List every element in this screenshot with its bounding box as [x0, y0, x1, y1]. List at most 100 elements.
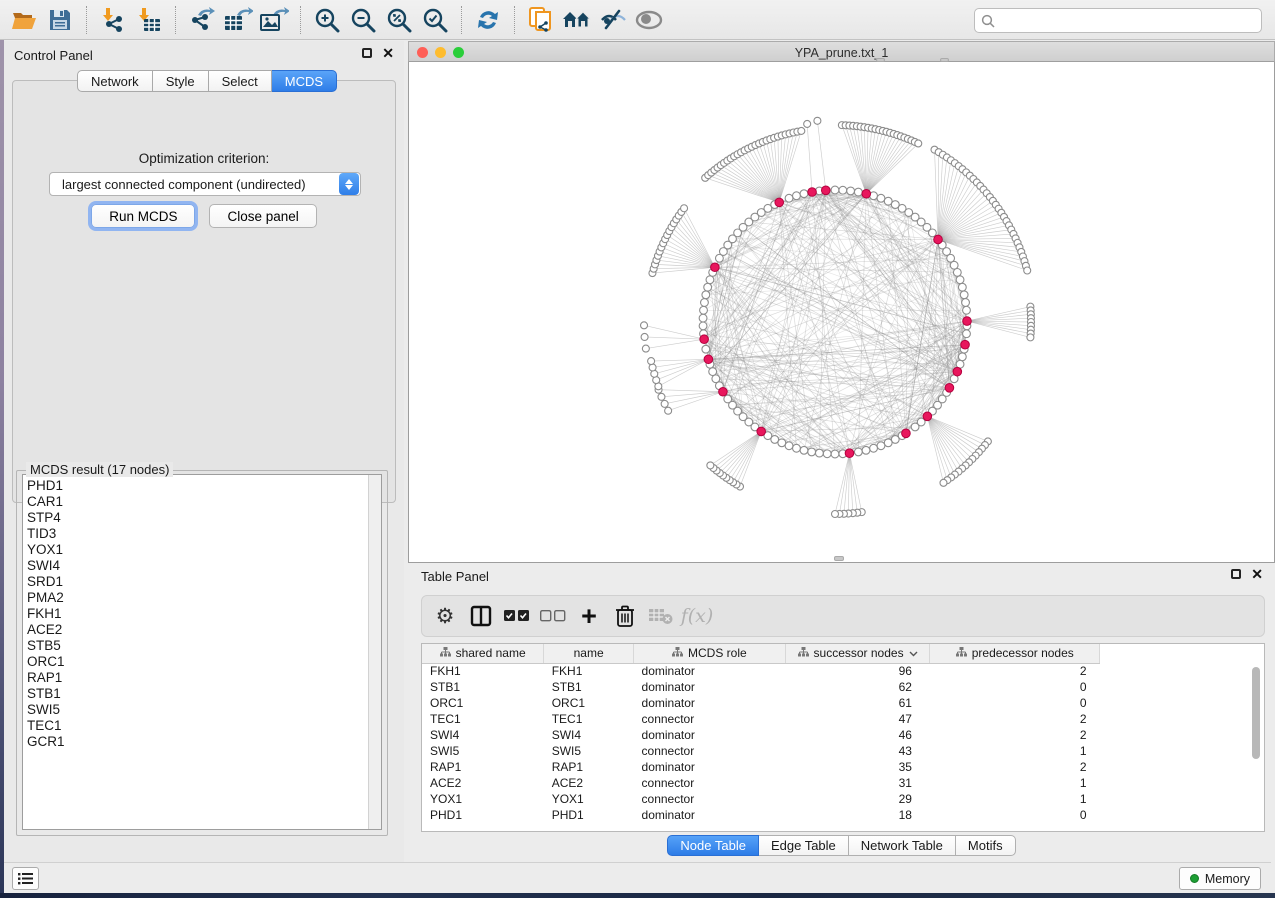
- scrollbar-thumb[interactable]: [1252, 667, 1260, 759]
- mcds-result-item[interactable]: GCR1: [23, 734, 381, 750]
- sort-chevron-icon: [909, 646, 918, 660]
- table-row[interactable]: STB1STB1dominator620: [422, 679, 1264, 695]
- network-view[interactable]: [408, 62, 1275, 563]
- export-image-icon[interactable]: [256, 4, 292, 36]
- table-row[interactable]: SWI4SWI4dominator462: [422, 727, 1264, 743]
- network-graph[interactable]: [409, 62, 1274, 561]
- column-header[interactable]: shared name: [422, 644, 544, 663]
- task-history-button[interactable]: [12, 867, 39, 890]
- table-row[interactable]: YOX1YOX1connector291: [422, 791, 1264, 807]
- hide-selected-icon[interactable]: [595, 4, 631, 36]
- zoom-fit-icon[interactable]: [381, 4, 417, 36]
- mcds-result-item[interactable]: ACE2: [23, 622, 381, 638]
- mcds-result-item[interactable]: TEC1: [23, 718, 381, 734]
- export-table-icon[interactable]: [220, 4, 256, 36]
- network-titlebar[interactable]: YPA_prune.txt_1: [408, 41, 1275, 62]
- table-row[interactable]: FKH1FKH1dominator962: [422, 663, 1264, 679]
- main-toolbar: [0, 0, 1275, 40]
- table-scrollbar[interactable]: [1251, 647, 1262, 830]
- tab-select[interactable]: Select: [209, 70, 272, 92]
- column-view-icon[interactable]: [466, 601, 496, 631]
- import-table-icon[interactable]: [131, 4, 167, 36]
- mcds-result-title: MCDS result (17 nodes): [26, 462, 173, 477]
- trash-icon[interactable]: [610, 601, 640, 631]
- mcds-result-item[interactable]: PMA2: [23, 590, 381, 606]
- float-panel-icon[interactable]: [1231, 569, 1241, 579]
- table-tree-icon: [798, 646, 809, 660]
- mcds-result-item[interactable]: SWI5: [23, 702, 381, 718]
- mcds-tab-content: Optimization criterion: largest connecte…: [12, 80, 396, 503]
- table-row[interactable]: PHD1PHD1dominator180: [422, 807, 1264, 823]
- memory-button[interactable]: Memory: [1179, 867, 1261, 890]
- gear-icon[interactable]: ⚙: [430, 601, 460, 631]
- save-session-icon[interactable]: [42, 4, 78, 36]
- mcds-result-item[interactable]: TID3: [23, 526, 381, 542]
- tab-style[interactable]: Style: [153, 70, 209, 92]
- splitter-handle[interactable]: [876, 58, 885, 62]
- mcds-result-item[interactable]: RAP1: [23, 670, 381, 686]
- tab-network[interactable]: Network: [77, 70, 153, 92]
- import-network-icon[interactable]: [95, 4, 131, 36]
- horizontal-splitter-handle[interactable]: [834, 556, 844, 561]
- search-icon: [981, 14, 995, 28]
- mcds-result-item[interactable]: STB5: [23, 638, 381, 654]
- table-row[interactable]: ACE2ACE2connector311: [422, 775, 1264, 791]
- zoom-out-icon[interactable]: [345, 4, 381, 36]
- table-tree-icon: [440, 646, 451, 660]
- search-input[interactable]: [1000, 11, 1255, 31]
- table-row[interactable]: ORC1ORC1dominator610: [422, 695, 1264, 711]
- mcds-list-scrollbar[interactable]: [368, 475, 381, 829]
- control-panel-tabs: NetworkStyleSelectMCDS: [77, 70, 337, 92]
- tab-edge-table[interactable]: Edge Table: [759, 835, 849, 856]
- zoom-in-icon[interactable]: [309, 4, 345, 36]
- open-file-icon[interactable]: [6, 4, 42, 36]
- mcds-result-item[interactable]: SRD1: [23, 574, 381, 590]
- table-toolbar: ⚙ + f(x): [421, 595, 1265, 637]
- clone-network-icon[interactable]: [523, 4, 559, 36]
- mcds-result-item[interactable]: SWI4: [23, 558, 381, 574]
- criterion-select[interactable]: largest connected component (undirected): [49, 172, 361, 196]
- control-panel: Control Panel ✕ NetworkStyleSelectMCDS O…: [4, 41, 404, 862]
- close-panel-icon[interactable]: ✕: [1251, 569, 1263, 579]
- column-header[interactable]: predecessor nodes: [930, 644, 1100, 663]
- float-panel-icon[interactable]: [362, 48, 372, 58]
- select-all-icon[interactable]: [502, 601, 532, 631]
- close-panel-button[interactable]: Close panel: [209, 204, 316, 228]
- mcds-result-item[interactable]: YOX1: [23, 542, 381, 558]
- mcds-result-item[interactable]: FKH1: [23, 606, 381, 622]
- show-eye-icon[interactable]: [631, 4, 667, 36]
- deselect-all-icon[interactable]: [538, 601, 568, 631]
- mcds-result-item[interactable]: ORC1: [23, 654, 381, 670]
- memory-label: Memory: [1205, 872, 1250, 886]
- refresh-icon[interactable]: [470, 4, 506, 36]
- tab-motifs[interactable]: Motifs: [956, 835, 1016, 856]
- table-row[interactable]: SWI5SWI5connector431: [422, 743, 1264, 759]
- zoom-selected-icon[interactable]: [417, 4, 453, 36]
- network-window: YPA_prune.txt_1: [408, 41, 1275, 563]
- mcds-result-item[interactable]: STB1: [23, 686, 381, 702]
- toolbar-separator: [300, 6, 301, 34]
- tab-network-table[interactable]: Network Table: [849, 835, 956, 856]
- export-network-icon[interactable]: [184, 4, 220, 36]
- status-bar: Memory: [4, 862, 1271, 893]
- column-header[interactable]: successor nodes: [785, 644, 930, 663]
- splitter-handle[interactable]: [940, 58, 949, 62]
- mcds-result-item[interactable]: STP4: [23, 510, 381, 526]
- select-stepper-icon: [339, 173, 359, 195]
- add-icon[interactable]: +: [574, 601, 604, 631]
- mcds-result-item[interactable]: CAR1: [23, 494, 381, 510]
- node-table: shared namenameMCDS rolesuccessor nodesp…: [421, 643, 1265, 832]
- column-header[interactable]: name: [544, 644, 634, 663]
- column-header[interactable]: MCDS role: [634, 644, 786, 663]
- run-mcds-button[interactable]: Run MCDS: [91, 204, 195, 228]
- table-row[interactable]: RAP1RAP1dominator352: [422, 759, 1264, 775]
- control-panel-title: Control Panel: [14, 48, 93, 63]
- mcds-result-list[interactable]: PHD1CAR1STP4TID3YOX1SWI4SRD1PMA2FKH1ACE2…: [22, 474, 382, 830]
- table-row[interactable]: TEC1TEC1connector472: [422, 711, 1264, 727]
- tab-mcds[interactable]: MCDS: [272, 70, 337, 92]
- houses-icon[interactable]: [559, 4, 595, 36]
- tab-node-table[interactable]: Node Table: [667, 835, 759, 856]
- delete-table-icon: [646, 601, 676, 631]
- mcds-result-item[interactable]: PHD1: [23, 478, 381, 494]
- close-panel-icon[interactable]: ✕: [382, 48, 394, 58]
